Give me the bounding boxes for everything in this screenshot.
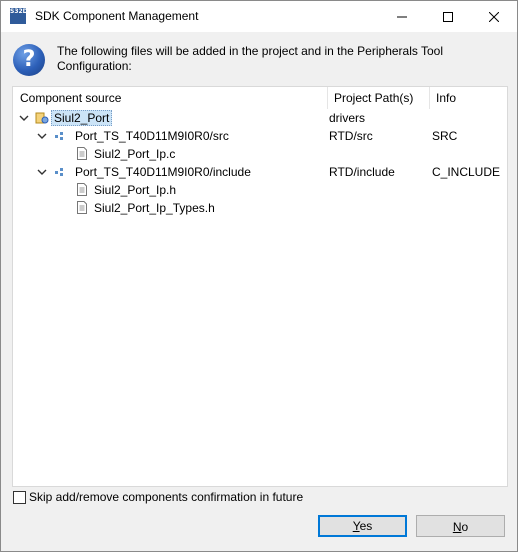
message-text: The following files will be added in the… xyxy=(57,44,444,73)
tree-label-src-package: Port_TS_T40D11M9I0R0/src xyxy=(75,129,229,143)
column-header-info[interactable]: Info xyxy=(429,87,507,109)
minimize-button[interactable] xyxy=(379,1,425,32)
yes-mnemonic: Y xyxy=(352,519,360,533)
chevron-down-icon[interactable] xyxy=(19,113,29,123)
skip-confirmation-label[interactable]: Skip add/remove components confirmation … xyxy=(29,490,303,504)
column-header-component-source[interactable]: Component source xyxy=(13,87,327,109)
file-icon xyxy=(77,201,87,214)
cell-path: RTD/include xyxy=(329,165,395,179)
maximize-button[interactable] xyxy=(425,1,471,32)
window-title: SDK Component Management xyxy=(35,9,199,23)
package-icon xyxy=(55,132,63,140)
maximize-icon xyxy=(443,11,453,22)
tree-label-include-package: Port_TS_T40D11M9I0R0/include xyxy=(75,165,251,179)
chevron-down-icon[interactable] xyxy=(37,167,47,177)
cell-path: RTD/src xyxy=(329,129,373,143)
tree-row-include-package[interactable]: Port_TS_T40D11M9I0R0/include RTD/include… xyxy=(13,163,507,181)
yes-button[interactable]: Yes xyxy=(318,515,407,537)
cell-info: C_INCLUDE xyxy=(432,165,501,179)
tree-row-siul2-port[interactable]: Siul2_Port drivers xyxy=(13,109,507,127)
tree-label-file: Siul2_Port_Ip.c xyxy=(94,147,176,161)
no-button[interactable]: No xyxy=(416,515,505,537)
tree-row-file[interactable]: Siul2_Port_Ip.c xyxy=(13,145,507,163)
file-icon xyxy=(77,183,87,196)
question-icon: ? xyxy=(13,44,45,76)
package-icon xyxy=(55,168,63,176)
skip-confirmation-checkbox[interactable] xyxy=(13,491,26,504)
title-bar: S32DS SDK Component Management xyxy=(1,1,517,32)
app-icon-text: S32DS xyxy=(10,8,32,15)
tree-label-file: Siul2_Port_Ip.h xyxy=(94,183,177,197)
close-icon xyxy=(489,11,499,22)
tree-row-file[interactable]: Siul2_Port_Ip_Types.h xyxy=(13,199,507,217)
tree-row-file[interactable]: Siul2_Port_Ip.h xyxy=(13,181,507,199)
s32ds-app-icon: S32DS xyxy=(10,8,32,24)
message-area: ? The following files will be added in t… xyxy=(1,32,517,84)
tree-label-siul2-port: Siul2_Port xyxy=(51,110,113,126)
chevron-down-icon[interactable] xyxy=(37,131,47,141)
close-button[interactable] xyxy=(471,1,517,32)
minimize-icon xyxy=(397,16,407,17)
tree-row-src-package[interactable]: Port_TS_T40D11M9I0R0/src RTD/src SRC xyxy=(13,127,507,145)
cell-path: drivers xyxy=(329,111,366,125)
dialog-window: S32DS SDK Component Management ? The fol… xyxy=(0,0,518,552)
tree-label-file: Siul2_Port_Ip_Types.h xyxy=(94,201,215,215)
no-label: o xyxy=(461,520,469,534)
column-header-project-paths[interactable]: Project Path(s) xyxy=(327,87,429,109)
cell-info: SRC xyxy=(432,129,458,143)
yes-label: es xyxy=(359,519,373,533)
file-icon xyxy=(77,147,87,160)
component-tree-table[interactable]: Component source Project Path(s) Info Si… xyxy=(12,86,508,487)
component-icon xyxy=(35,112,49,124)
